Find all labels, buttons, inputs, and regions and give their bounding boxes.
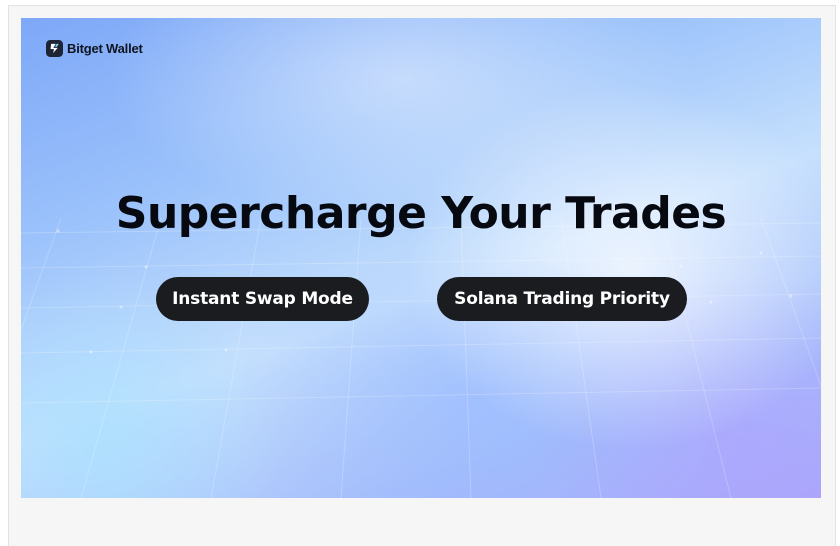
brand-name: Bitget Wallet	[67, 41, 143, 56]
grid-pattern	[21, 217, 821, 498]
brand-logo[interactable]: Bitget Wallet	[46, 40, 143, 57]
feature-pill-instant-swap[interactable]: Instant Swap Mode	[156, 277, 369, 321]
page: Bitget Wallet Supercharge Your Trades In…	[0, 0, 840, 546]
promo-banner[interactable]: Bitget Wallet Supercharge Your Trades In…	[21, 18, 821, 498]
banner-headline: Supercharge Your Trades	[115, 188, 727, 239]
bitget-logo-icon	[46, 40, 63, 57]
feature-pill-solana-priority[interactable]: Solana Trading Priority	[437, 277, 687, 321]
